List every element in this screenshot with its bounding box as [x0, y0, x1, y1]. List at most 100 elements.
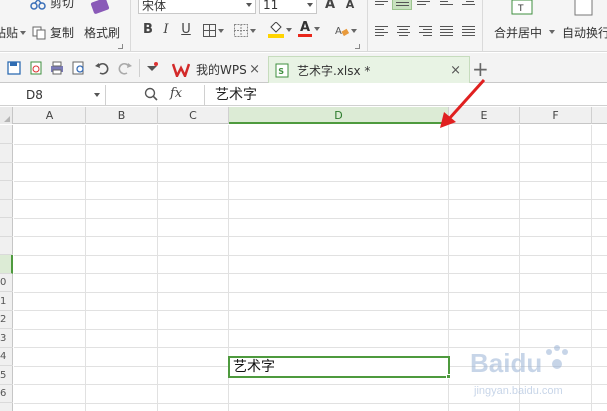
svg-text:S: S — [278, 67, 284, 76]
formula-input[interactable]: 艺术字 — [204, 85, 604, 105]
align-center-button[interactable] — [397, 26, 410, 37]
merge-cells-icon: T — [511, 0, 533, 15]
row-header[interactable] — [0, 255, 13, 274]
column-header-b[interactable]: B — [86, 107, 158, 124]
wrap-text-icon — [574, 0, 593, 16]
fill-color-swatch — [268, 34, 284, 38]
fill-color-button[interactable] — [268, 22, 292, 38]
distribute-button[interactable] — [462, 26, 475, 37]
align-right-button[interactable] — [419, 26, 433, 37]
font-size-select[interactable]: 11 — [259, 0, 317, 14]
quick-access-divider — [139, 59, 140, 77]
tab-my-wps[interactable]: 我的WPS × — [166, 56, 268, 83]
row-header[interactable] — [0, 236, 13, 255]
italic-button[interactable]: I — [158, 22, 174, 37]
row-header[interactable]: 6 — [0, 384, 13, 403]
font-color-glyph: A — [300, 20, 311, 35]
font-color-button[interactable]: A — [298, 20, 320, 38]
paint-bucket-icon — [270, 22, 282, 33]
justify-button[interactable] — [440, 26, 453, 37]
chevron-down-icon — [218, 28, 224, 33]
font-expand-icon[interactable] — [355, 44, 360, 49]
grid-pattern-icon — [234, 24, 248, 37]
document-tab-bar: 我的WPS × S 艺术字.xlsx * × + — [0, 53, 607, 83]
insert-function-button[interactable]: fx — [170, 86, 182, 101]
watermark-brand: Baidu — [470, 348, 542, 378]
indent-button[interactable] — [462, 0, 475, 9]
cut-label: 剪切 — [50, 0, 75, 10]
fill-handle[interactable] — [446, 374, 451, 379]
row-header[interactable] — [0, 162, 13, 181]
copy-icon — [32, 26, 46, 39]
align-top-button[interactable] — [375, 0, 388, 9]
cut-button[interactable]: 剪切 — [30, 0, 74, 11]
spreadsheet-file-icon: S — [275, 63, 289, 77]
selected-cell-d8[interactable]: 艺术字 — [228, 356, 450, 378]
grow-font-button[interactable]: A — [322, 0, 338, 12]
orientation-button[interactable] — [440, 0, 453, 9]
print-icon[interactable] — [50, 61, 64, 75]
column-header-c[interactable]: C — [158, 107, 229, 124]
undo-icon[interactable] — [95, 61, 109, 75]
row-header[interactable]: 0 — [0, 273, 13, 292]
row-header[interactable]: 1 — [0, 292, 13, 311]
clipboard-expand-icon[interactable] — [118, 44, 123, 49]
close-icon[interactable]: × — [450, 63, 461, 78]
row-header[interactable]: 5 — [0, 366, 13, 385]
new-file-icon[interactable] — [29, 61, 43, 75]
name-box[interactable]: D8 — [0, 85, 106, 105]
row-header[interactable] — [0, 181, 13, 200]
merge-center-button[interactable]: T 合并居中 — [492, 0, 555, 50]
row-gridline — [14, 292, 607, 293]
row-header[interactable] — [0, 218, 13, 237]
chevron-down-icon — [246, 3, 252, 7]
font-name-value: 宋体 — [142, 0, 167, 13]
font-name-select[interactable]: 宋体 — [138, 0, 256, 14]
zoom-icon[interactable] — [144, 87, 158, 101]
row-gridline — [14, 181, 607, 182]
column-header-f[interactable]: F — [520, 107, 592, 124]
format-painter-button[interactable]: 格式刷 — [84, 24, 120, 41]
paste-button[interactable]: 粘贴 — [0, 24, 27, 41]
copy-label: 复制 — [50, 26, 75, 40]
row-header[interactable]: 3 — [0, 329, 13, 348]
chevron-down-icon — [314, 27, 320, 31]
row-header[interactable] — [0, 144, 13, 163]
align-left-button[interactable] — [375, 26, 388, 37]
shrink-font-button[interactable]: A — [342, 0, 358, 11]
row-header[interactable] — [0, 125, 13, 144]
row-gridline — [14, 329, 607, 330]
row-header[interactable] — [0, 199, 13, 218]
wrap-text-button[interactable]: 自动换行 — [560, 0, 607, 50]
close-icon[interactable]: × — [249, 62, 260, 77]
cell-style-button[interactable] — [234, 24, 256, 37]
eraser-icon — [90, 0, 110, 14]
column-header-d[interactable]: D — [229, 107, 449, 124]
bold-button[interactable]: B — [140, 22, 156, 37]
redo-icon[interactable] — [118, 61, 132, 75]
align-middle-button[interactable] — [392, 0, 412, 10]
copy-button[interactable]: 复制 — [32, 24, 74, 41]
annotation-arrow-icon — [440, 78, 486, 128]
chevron-down-icon — [307, 3, 313, 7]
clear-format-button[interactable]: A — [335, 24, 357, 37]
customize-toolbar-icon[interactable] — [146, 61, 158, 75]
column-header-a[interactable]: A — [14, 107, 86, 124]
row-header[interactable]: 4 — [0, 347, 13, 366]
column-headers: A B C D E F — [0, 107, 607, 124]
chevron-down-icon — [20, 30, 27, 35]
chevron-down-icon — [250, 28, 256, 33]
watermark-sub: jingyan.baidu.com — [473, 385, 563, 397]
save-icon[interactable] — [7, 61, 21, 75]
row-header[interactable]: 2 — [0, 310, 13, 329]
align-bottom-button[interactable] — [417, 0, 430, 9]
row-gridline — [14, 199, 607, 200]
row-gridline — [14, 255, 607, 256]
chevron-down-icon — [549, 30, 555, 34]
underline-button[interactable]: U — [178, 22, 194, 37]
select-all-corner[interactable] — [0, 107, 13, 124]
border-button[interactable] — [203, 24, 224, 37]
wps-logo-icon — [172, 63, 190, 77]
paw-icon — [546, 345, 568, 369]
print-preview-icon[interactable] — [72, 61, 86, 75]
